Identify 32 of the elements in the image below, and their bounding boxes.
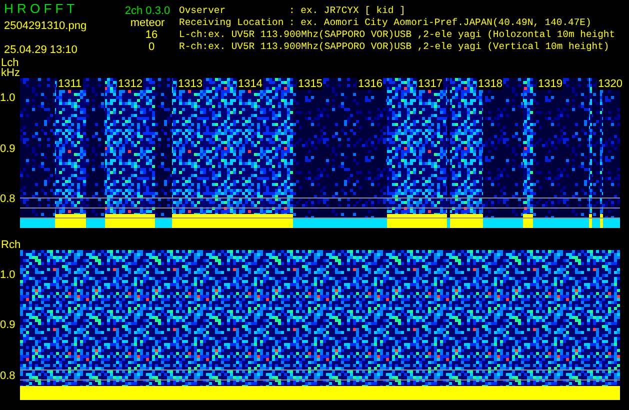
file-name: 2504291310.png (4, 20, 88, 32)
info-value: : ex. Aomori City Aomori-Pref.JAPAN(40.49N, 140.47E) (289, 17, 592, 29)
axis-tick-label: 1.0 (0, 92, 16, 104)
time-label: 1320 (597, 78, 624, 90)
info-value: : ex. JR7CYX [ kid ] (289, 5, 406, 17)
info-label: Receiving Location (179, 17, 285, 29)
channel-label: Lch (1, 58, 19, 68)
time-label: 1313 (177, 78, 204, 90)
meteor-count: 16 (144, 29, 158, 41)
time-label: 1317 (417, 78, 444, 90)
axis-tick-label: 0.9 (0, 143, 16, 155)
unit-label: kHz (1, 68, 21, 78)
axis-tick-label: 1.0 (0, 269, 16, 281)
info-label: Ovserver (179, 5, 227, 17)
time-label: 1314 (237, 78, 264, 90)
time-label: 1312 (117, 78, 144, 90)
channel-info: L-ch:ex. UV5R 113.900Mhz(SAPPORO VOR)USB ,2-ele yagi (Holozontal 10m height (179, 29, 616, 41)
axis-tick-label: 0.8 (0, 370, 16, 382)
channel-info: R-ch:ex. UV5R 113.900Mhz(SAPPORO VOR)USB ,2-ele yagi (Vertical 10m height) (179, 41, 610, 53)
axis-tick-label: 0.9 (0, 319, 16, 331)
app-name: H R O F F T (4, 2, 76, 16)
meteor-label: meteor (130, 17, 165, 29)
channel-label: Rch (1, 240, 22, 250)
meteor-count: 0 (147, 41, 155, 53)
time-label: 1311 (57, 78, 83, 90)
axis-tick-label: 0.8 (0, 193, 16, 205)
time-label: 1319 (537, 78, 564, 90)
time-label: 1316 (357, 78, 384, 90)
time-label: 1318 (477, 78, 504, 90)
time-label: 1315 (297, 78, 324, 90)
version-label: 2ch 0.3.0 (124, 5, 170, 17)
timestamp: 25.04.29 13:10 (4, 44, 78, 56)
